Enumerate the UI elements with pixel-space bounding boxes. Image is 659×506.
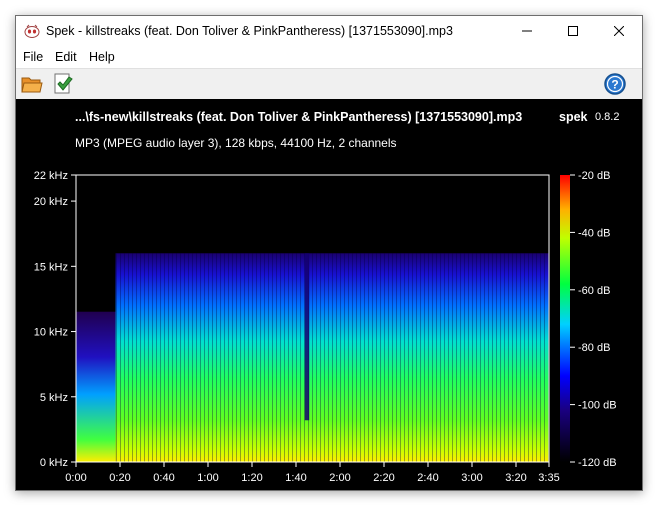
close-icon [614,26,624,36]
spectrum-texture [115,253,549,462]
menu-edit[interactable]: Edit [55,50,77,64]
colorbar-tick-label: -20 dB [578,170,610,182]
x-tick-label: 2:20 [373,472,394,484]
y-tick-label: 10 kHz [34,327,68,339]
window-title: Spek - killstreaks (feat. Don Toliver & … [46,24,453,38]
x-tick-label: 3:20 [505,472,526,484]
colorbar-tick-label: -80 dB [578,342,610,354]
help-icon[interactable]: ? [603,72,627,96]
save-icon[interactable] [51,72,75,96]
colorbar-gradient [560,175,570,462]
colorbar: -20 dB -40 dB -60 dB -80 dB -100 dB -120 dB [560,170,617,469]
toolbar: ? [16,69,642,99]
y-tick-label: 22 kHz [34,170,68,182]
maximize-icon [568,26,578,36]
spek-app-icon [24,24,40,38]
intro-spectrum [76,311,116,462]
colorbar-tick-label: -60 dB [578,285,610,297]
spek-window: Spek - killstreaks (feat. Don Toliver & … [15,15,643,491]
spectrogram-plot [76,175,549,462]
x-tick-label: 0:40 [153,472,174,484]
menu-file[interactable]: File [23,50,43,64]
x-tick-label: 2:00 [329,472,350,484]
x-tick-label: 3:00 [461,472,482,484]
dip-band [304,253,310,421]
colorbar-tick-label: -40 dB [578,227,610,239]
x-tick-label: 1:00 [197,472,218,484]
spectrogram-panel: ...\fs-new\killstreaks (feat. Don Tolive… [16,99,642,490]
y-tick-label: 5 kHz [40,392,68,404]
minimize-button[interactable] [504,16,550,46]
maximize-button[interactable] [550,16,596,46]
x-tick-label: 2:40 [417,472,438,484]
menu-help[interactable]: Help [89,50,115,64]
y-tick-label: 20 kHz [34,196,68,208]
x-tick-label: 1:40 [285,472,306,484]
folder-open-icon[interactable] [20,72,44,96]
spectrogram-chart: 0:00 0:20 0:40 1:00 1:20 1:40 2:00 2:20 2:40 3:00… [34,170,617,484]
y-tick-label: 0 kHz [40,457,68,469]
x-tick-label: 1:20 [241,472,262,484]
y-tick-label: 15 kHz [34,261,68,273]
x-tick-label: 0:20 [109,472,130,484]
close-button[interactable] [596,16,642,46]
x-tick-label: 3:35 [538,472,559,484]
colorbar-tick-label: -120 dB [578,457,617,469]
title-bar[interactable]: Spek - killstreaks (feat. Don Toliver & … [16,16,642,46]
minimize-icon [522,30,532,32]
colorbar-tick-label: -100 dB [578,400,617,412]
svg-text:?: ? [611,78,618,92]
menu-bar: File Edit Help [16,46,642,69]
x-tick-label: 0:00 [65,472,86,484]
